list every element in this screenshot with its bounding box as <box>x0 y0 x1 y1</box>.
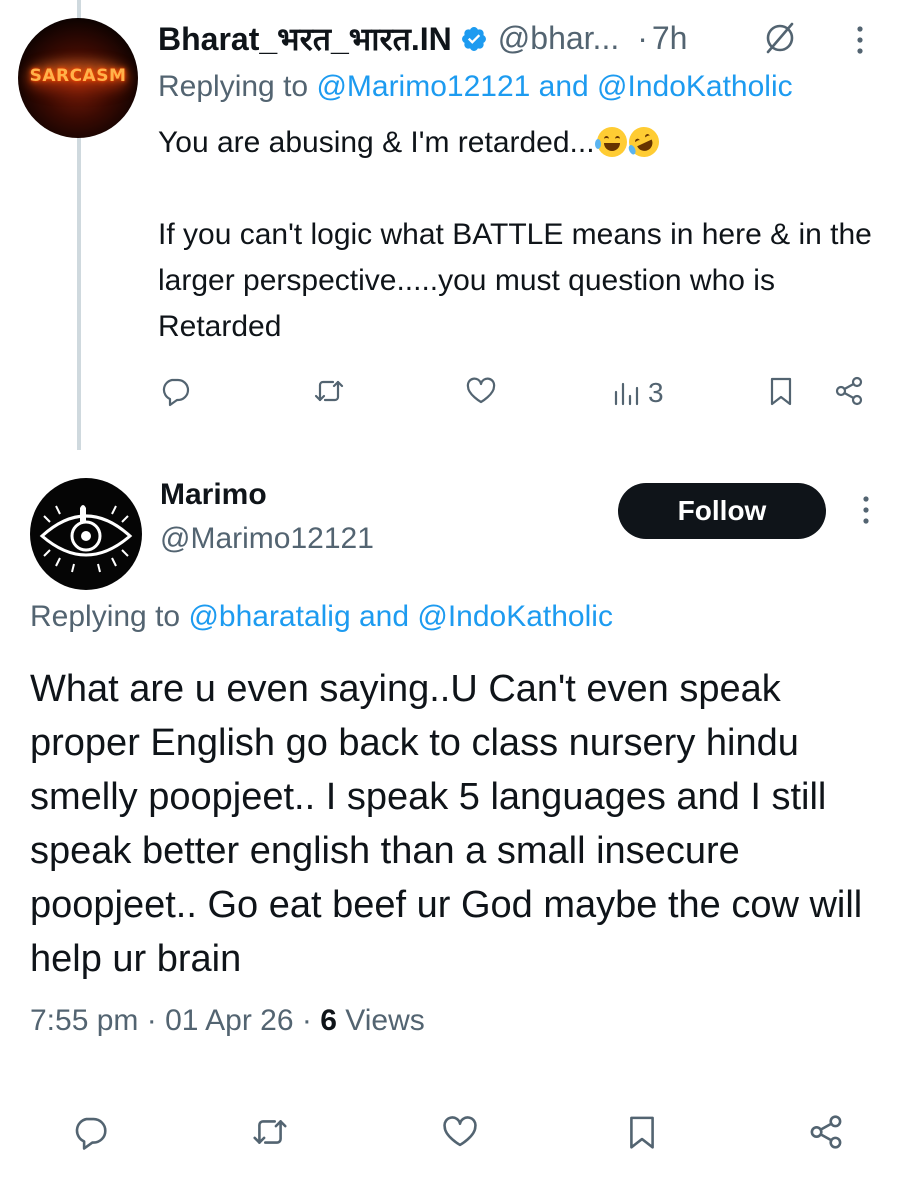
reply-icon[interactable] <box>70 1112 110 1157</box>
avatar[interactable] <box>30 478 142 590</box>
more-icon[interactable] <box>852 20 868 60</box>
views-icon <box>614 382 639 406</box>
tweet-text-line: You are abusing & I'm retarded... <box>158 126 595 159</box>
avatar-eye-logo-icon <box>39 505 133 573</box>
like-icon[interactable] <box>440 1112 480 1157</box>
replying-to: Replying to @bharatalig and @IndoKatholi… <box>30 600 613 634</box>
tweet-text-paragraph: If you can't logic what BATTLE means in … <box>158 218 872 343</box>
bookmark-icon[interactable] <box>764 374 798 414</box>
author-name[interactable]: Marimo <box>160 478 267 512</box>
author-handle[interactable]: @bhar... <box>498 20 619 57</box>
tweet-text: You are abusing & I'm retarded... If you… <box>158 120 898 350</box>
author-handle[interactable]: @Marimo12121 <box>160 522 374 556</box>
follow-button[interactable]: Follow <box>618 483 826 539</box>
post-date[interactable]: 01 Apr 26 <box>165 1004 293 1037</box>
views-button[interactable]: 3 <box>610 376 664 410</box>
more-icon[interactable] <box>858 490 874 530</box>
verified-badge-icon[interactable] <box>460 24 488 52</box>
replying-prefix: Replying to <box>30 600 181 633</box>
share-icon[interactable] <box>832 374 866 414</box>
tweet-text-paragraph: What are u even saying..U Can't even spe… <box>30 668 863 980</box>
share-icon[interactable] <box>806 1112 846 1157</box>
separator: · <box>637 19 648 56</box>
tweet-header: Bharat_भरत_भारत.IN @bhar... · 7h <box>158 18 687 58</box>
grok-icon[interactable] <box>762 20 798 56</box>
tweet-text: What are u even saying..U Can't even spe… <box>30 662 890 986</box>
separator: · <box>146 1004 157 1037</box>
laughing-emoji-icon <box>594 127 627 157</box>
avatar[interactable]: SARCASM <box>18 18 138 138</box>
views-count: 3 <box>648 377 664 408</box>
rofl-emoji-icon <box>623 122 664 162</box>
views-label: Views <box>345 1004 425 1037</box>
post-time[interactable]: 7h <box>652 20 688 57</box>
replying-mentions[interactable]: @bharatalig and @IndoKatholic <box>188 600 613 633</box>
bookmark-icon[interactable] <box>622 1112 662 1157</box>
tweet-meta: 7:55 pm · 01 Apr 26 · 6 Views <box>30 1004 425 1038</box>
retweet-icon[interactable] <box>312 374 346 414</box>
avatar-logo-text: SARCASM <box>29 66 127 86</box>
replying-to: Replying to @Marimo12121 and @IndoKathol… <box>158 70 793 104</box>
reply-icon[interactable] <box>158 374 192 414</box>
post-time[interactable]: 7:55 pm <box>30 1004 138 1037</box>
retweet-icon[interactable] <box>250 1112 290 1157</box>
replying-prefix: Replying to <box>158 70 309 103</box>
views-count: 6 <box>320 1004 337 1037</box>
separator: · <box>301 1004 312 1037</box>
like-icon[interactable] <box>464 374 498 414</box>
author-name[interactable]: Bharat_भरत_भारत.IN <box>158 17 452 60</box>
replying-mentions[interactable]: @Marimo12121 and @IndoKatholic <box>316 70 792 103</box>
